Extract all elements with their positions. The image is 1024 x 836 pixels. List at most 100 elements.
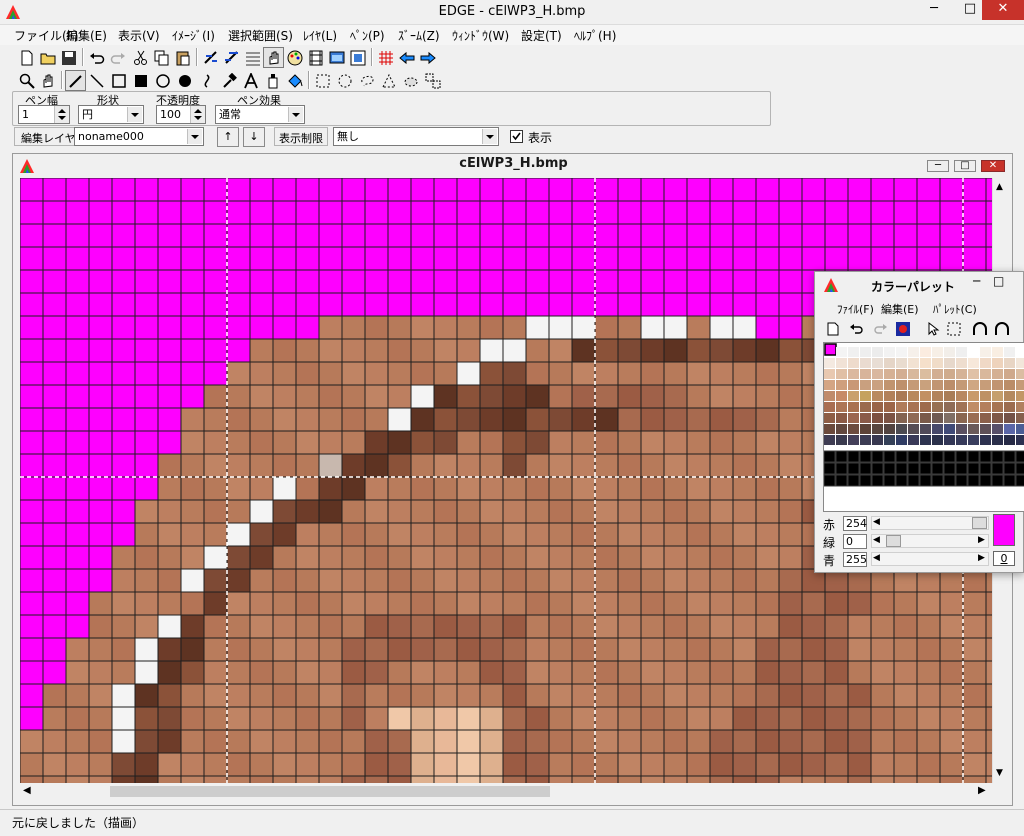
palette-swatch[interactable] — [1015, 462, 1024, 475]
doc-minimize-button[interactable]: ─ — [927, 160, 949, 172]
palette-swatch[interactable] — [847, 462, 860, 475]
minimize-button[interactable]: ─ — [920, 0, 948, 20]
horizontal-scroll-thumb[interactable] — [110, 786, 550, 797]
palette-swatch[interactable] — [860, 402, 871, 412]
palette-swatch[interactable] — [884, 380, 895, 390]
spray-icon[interactable] — [262, 70, 283, 91]
swap-select-icon[interactable] — [422, 70, 443, 91]
palette-redo-icon[interactable] — [873, 322, 887, 336]
layer-select[interactable]: noname000 — [74, 127, 204, 146]
palette-swatch[interactable] — [967, 462, 980, 475]
palette-swatch[interactable] — [955, 450, 968, 463]
palette-swatch[interactable] — [836, 391, 847, 401]
pen-icon[interactable] — [65, 70, 86, 91]
palette-swatch[interactable] — [824, 474, 836, 487]
screen-capture-icon[interactable] — [347, 47, 368, 68]
palette-swatch[interactable] — [920, 358, 931, 368]
palette-swatch[interactable] — [980, 358, 991, 368]
palette-swatch[interactable] — [992, 391, 1003, 401]
palette-swatch[interactable] — [980, 402, 991, 412]
palette-swatch[interactable] — [907, 474, 920, 487]
palette-swatch[interactable] — [896, 413, 907, 423]
palette-minimize-button[interactable]: ─ — [973, 274, 980, 288]
palette-swatch[interactable] — [956, 413, 967, 423]
palette-swatch[interactable] — [896, 369, 907, 379]
green-slider-thumb[interactable] — [886, 535, 901, 547]
palette-swatch[interactable] — [1016, 380, 1024, 390]
palette-swatch[interactable] — [956, 435, 967, 445]
zoom-icon[interactable] — [16, 70, 37, 91]
curve-icon[interactable] — [196, 70, 217, 91]
palette-swatch[interactable] — [920, 380, 931, 390]
palette-swatch[interactable] — [1004, 424, 1015, 434]
palette-swatch[interactable] — [980, 435, 991, 445]
palette-swatch[interactable] — [896, 435, 907, 445]
palette-swatch[interactable] — [968, 402, 979, 412]
undo-icon[interactable] — [86, 47, 107, 68]
palette-swatch[interactable] — [980, 391, 991, 401]
palette-menu-edit[interactable]: 編集(E) — [881, 301, 919, 317]
palette-swatch[interactable] — [956, 424, 967, 434]
palette-swatch[interactable] — [907, 450, 920, 463]
copy-icon[interactable] — [151, 47, 172, 68]
hand-select-icon[interactable] — [263, 47, 284, 68]
blue-slider[interactable]: ◀ ▶ — [871, 552, 989, 566]
palette-swatch[interactable] — [836, 424, 847, 434]
palette-swatch[interactable] — [908, 358, 919, 368]
palette-swatch[interactable] — [884, 435, 895, 445]
rectangle-icon[interactable] — [108, 70, 129, 91]
circle-icon[interactable] — [152, 70, 173, 91]
palette-color-mix-icon[interactable] — [896, 322, 910, 336]
palette-swatch[interactable] — [824, 450, 836, 463]
palette-swatch[interactable] — [1016, 369, 1024, 379]
palette-swatch[interactable] — [872, 347, 883, 357]
palette-swatch[interactable] — [992, 347, 1003, 357]
palette-swatch[interactable] — [872, 435, 883, 445]
palette-swatch[interactable] — [860, 413, 871, 423]
palette-swatch[interactable] — [824, 402, 835, 412]
palette-swatch[interactable] — [980, 369, 991, 379]
palette-swatch[interactable] — [836, 435, 847, 445]
palette-swatch[interactable] — [932, 391, 943, 401]
palette-swatch[interactable] — [979, 462, 992, 475]
scroll-right-arrow-icon[interactable]: ▶ — [978, 785, 986, 796]
menu-image[interactable]: ｲﾒｰｼﾞ(I) — [172, 27, 215, 44]
palette-swatch[interactable] — [944, 424, 955, 434]
palette-swatch[interactable] — [944, 391, 955, 401]
palette-swatch[interactable] — [932, 380, 943, 390]
palette-swatch[interactable] — [932, 402, 943, 412]
palette-swatch[interactable] — [919, 474, 932, 487]
palette-swatch[interactable] — [848, 347, 859, 357]
palette-swatch[interactable] — [1016, 347, 1024, 357]
palette-swatch[interactable] — [943, 462, 956, 475]
palette-swatch[interactable] — [919, 462, 932, 475]
palette-swatch[interactable] — [884, 402, 895, 412]
palette-swatch[interactable] — [956, 402, 967, 412]
green-value-field[interactable]: 0 — [843, 534, 867, 549]
scroll-up-arrow-icon[interactable]: ▲ — [996, 182, 1003, 192]
palette-swatch[interactable] — [908, 380, 919, 390]
color-index-field[interactable]: 0 — [993, 551, 1015, 566]
palette-swatch[interactable] — [980, 347, 991, 357]
palette-swatch[interactable] — [931, 450, 944, 463]
lasso-select-icon[interactable] — [356, 70, 377, 91]
menu-zoom[interactable]: ｽﾞｰﾑ(Z) — [398, 27, 440, 44]
menu-layer[interactable]: ﾚｲﾔ(L) — [303, 27, 337, 44]
palette-swatch[interactable] — [824, 413, 835, 423]
palette-swatch[interactable] — [908, 369, 919, 379]
palette-swatch[interactable] — [871, 474, 884, 487]
palette-swatch[interactable] — [824, 424, 835, 434]
palette-swatch[interactable] — [896, 391, 907, 401]
palette-swatch[interactable] — [847, 450, 860, 463]
palette-menu-file[interactable]: ﾌｧｲﾙ(F) — [837, 301, 874, 317]
palette-swatch[interactable] — [980, 413, 991, 423]
palette-swatch[interactable] — [920, 402, 931, 412]
palette-swatch[interactable] — [884, 413, 895, 423]
redo-icon[interactable] — [107, 47, 128, 68]
menu-pen[interactable]: ﾍﾟﾝ(P) — [350, 27, 385, 44]
horizontal-scrollbar[interactable]: ◀ ▶ — [20, 783, 992, 800]
red-value-field[interactable]: 254 — [843, 516, 867, 531]
palette-swatch[interactable] — [896, 380, 907, 390]
fill-bucket-icon[interactable] — [284, 70, 305, 91]
palette-swatch[interactable] — [956, 391, 967, 401]
